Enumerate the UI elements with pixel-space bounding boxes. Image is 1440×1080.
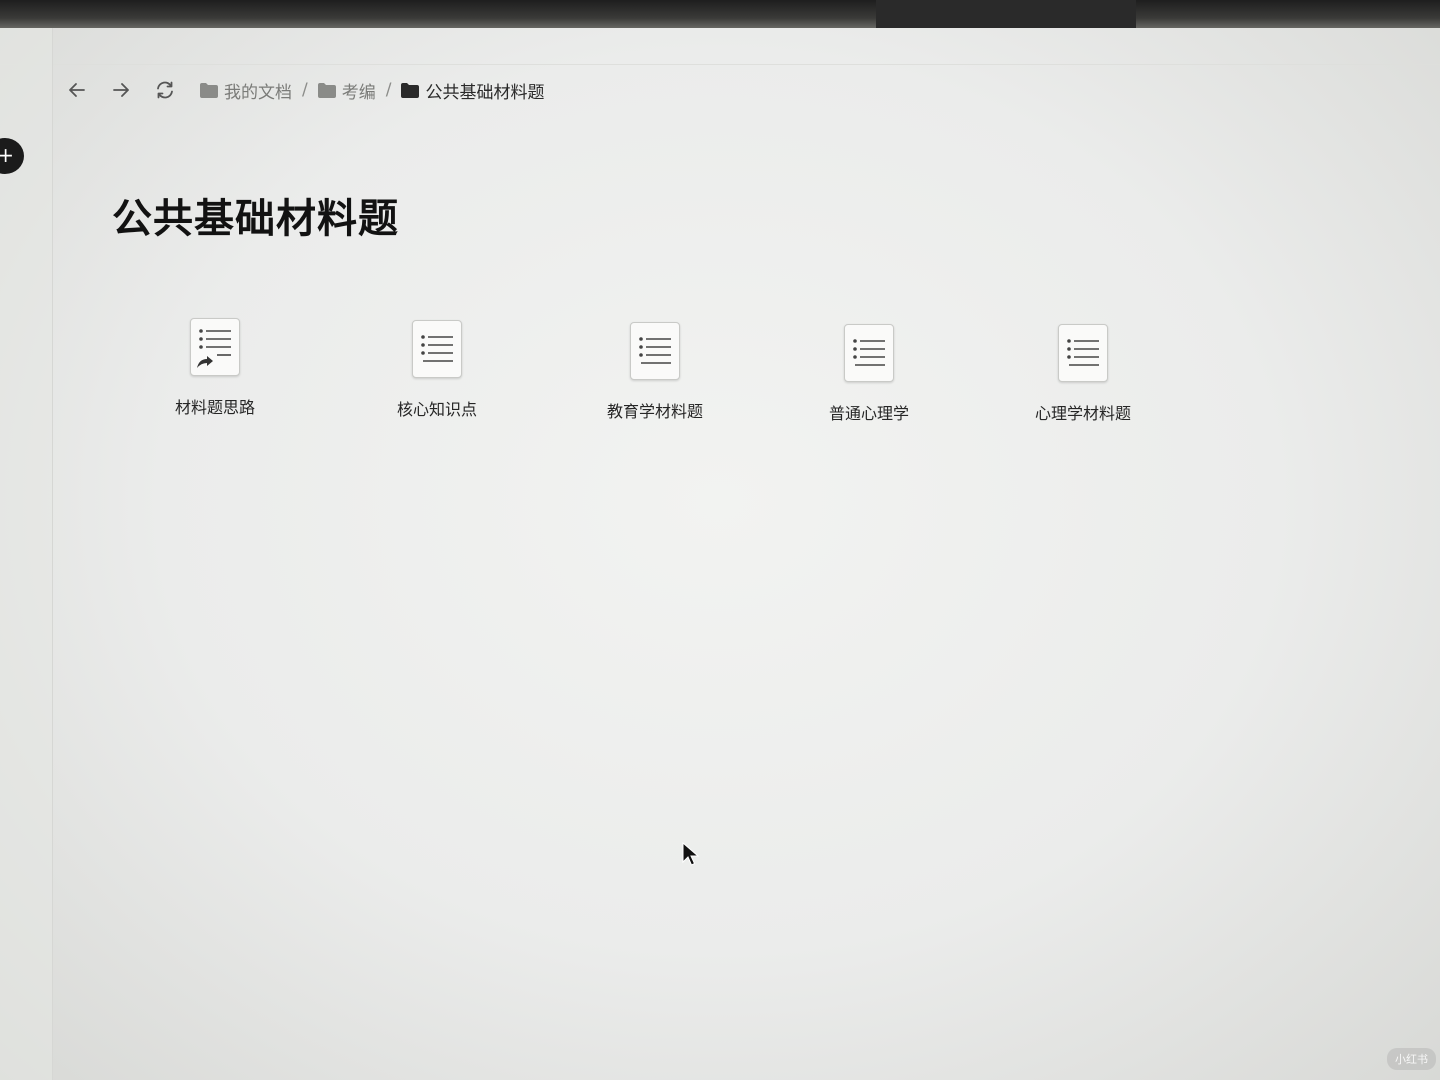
breadcrumb-item-exam[interactable]: 考编 bbox=[317, 78, 376, 103]
breadcrumb-item-my-documents[interactable]: 我的文档 bbox=[200, 78, 292, 103]
folder-icon bbox=[200, 82, 218, 98]
back-button[interactable] bbox=[62, 75, 92, 105]
breadcrumb-label: 我的文档 bbox=[224, 82, 292, 103]
page-title: 公共基础材料题 bbox=[112, 196, 399, 242]
list-document-icon bbox=[412, 320, 462, 378]
file-label: 教育学材料题 bbox=[606, 402, 703, 421]
breadcrumb-label: 考编 bbox=[341, 82, 376, 103]
file-label: 心理学材料题 bbox=[1034, 404, 1131, 423]
list-document-icon bbox=[844, 324, 894, 382]
file-item[interactable]: 核心知识点 bbox=[362, 320, 512, 420]
arrow-left-icon bbox=[69, 83, 85, 97]
toolbar-divider bbox=[0, 64, 1440, 65]
arrow-right-icon bbox=[113, 83, 129, 97]
watermark: 小红书 bbox=[1387, 1048, 1436, 1070]
file-label: 核心知识点 bbox=[396, 400, 477, 419]
file-label: 材料题思路 bbox=[174, 398, 255, 417]
file-item[interactable]: 教育学材料题 bbox=[580, 322, 730, 422]
mouse-pointer-icon bbox=[682, 842, 700, 866]
breadcrumb-item-current[interactable]: 公共基础材料题 bbox=[401, 78, 544, 103]
file-item[interactable]: 材料题思路 bbox=[140, 318, 290, 418]
forward-button[interactable] bbox=[106, 75, 136, 105]
file-label: 普通心理学 bbox=[828, 404, 909, 423]
breadcrumb-label: 公共基础材料题 bbox=[425, 82, 545, 103]
file-item[interactable]: 心理学材料题 bbox=[1008, 324, 1158, 424]
screen: + 我的文档 / 考编 / 公共基础材料题 公共基础材料题 材料题思路 核心知识… bbox=[0, 28, 1440, 1080]
file-item[interactable]: 普通心理学 bbox=[794, 324, 944, 424]
list-document-icon bbox=[630, 322, 680, 380]
shortcut-list-document-icon bbox=[190, 318, 240, 376]
breadcrumb: 我的文档 / 考编 / 公共基础材料题 bbox=[200, 78, 544, 103]
breadcrumb-separator: / bbox=[302, 80, 308, 100]
folder-icon bbox=[317, 82, 336, 98]
left-rail bbox=[0, 28, 53, 1080]
navigation-bar: 我的文档 / 考编 / 公共基础材料题 bbox=[62, 72, 544, 108]
monitor-bezel bbox=[0, 0, 1440, 30]
folder-icon bbox=[401, 82, 420, 98]
refresh-button[interactable] bbox=[150, 75, 180, 105]
refresh-icon bbox=[157, 81, 173, 99]
list-document-icon bbox=[1058, 324, 1108, 382]
breadcrumb-separator: / bbox=[385, 80, 392, 100]
